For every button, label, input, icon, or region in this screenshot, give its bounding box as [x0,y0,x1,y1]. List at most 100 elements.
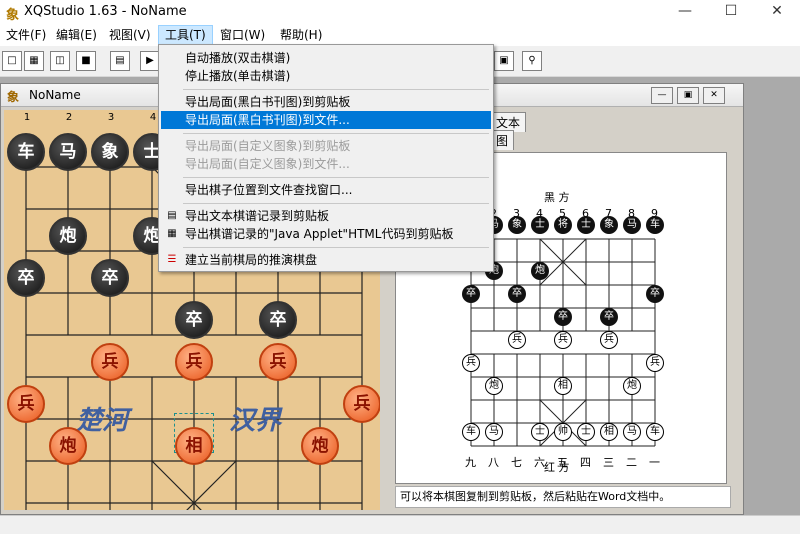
menu-item-export-custom-file: 导出局面(自定义图象)到文件... [185,157,350,171]
child-minimize-button[interactable]: — [651,87,673,104]
diagram-top-label: 黑 方 [544,191,570,204]
red-piece[interactable]: 兵 [343,385,380,423]
title-bar: 象 XQStudio 1.63 - NoName — ☐ ✕ [0,0,800,24]
diagram-black-piece: 卒 [646,285,664,303]
diagram-black-piece: 马 [623,216,641,234]
diagram-red-piece: 马 [485,423,503,441]
column-number: 1 [23,112,31,123]
maximize-button[interactable]: ☐ [708,0,754,24]
red-piece[interactable]: 炮 [49,427,87,465]
diagram-black-piece: 将 [554,216,572,234]
diagram-bottom-number: 五 [557,456,568,469]
tab-text[interactable]: 文本 [490,112,527,132]
analysis-board-icon: ☰ [167,254,177,265]
diagram-black-piece: 士 [531,216,549,234]
close-button[interactable]: ✕ [754,0,800,24]
menu-separator [183,247,489,248]
diagram-red-piece: 兵 [554,331,572,349]
menu-help[interactable]: 帮助(H) [274,26,328,44]
diagram-red-piece: 士 [531,423,549,441]
menu-item-export-positions[interactable]: 导出棋子位置到文件查找窗口... [161,181,491,199]
black-piece[interactable]: 炮 [49,217,87,255]
diagram-black-piece: 炮 [531,262,549,280]
window-title: XQStudio 1.63 - NoName [24,4,187,19]
copy-image-icon[interactable]: ▣ [494,51,514,71]
diagram-bottom-number: 四 [580,456,591,469]
diagram-red-piece: 兵 [508,331,526,349]
new-file-icon[interactable]: □ [2,51,22,71]
applet-icon: ▦ [167,228,177,239]
app-icon: 象 [6,8,20,23]
diagram-black-piece: 象 [600,216,618,234]
menu-separator [183,133,489,134]
menu-view[interactable]: 视图(V) [103,26,157,44]
document-icon: 象 [7,90,20,104]
black-piece[interactable]: 车 [7,133,45,171]
diagram-black-piece: 象 [508,216,526,234]
menu-bar: 文件(F) 编辑(E) 视图(V) 工具(T) 窗口(W) 帮助(H) [0,24,800,46]
diagram-red-piece: 兵 [600,331,618,349]
menu-window[interactable]: 窗口(W) [214,26,271,44]
menu-item-export-text-record[interactable]: ▤ 导出文本棋谱记录到剪贴板 [161,207,491,225]
column-number: 3 [107,112,115,123]
diagram-black-piece: 车 [646,216,664,234]
menu-separator [183,177,489,178]
menu-edit[interactable]: 编辑(E) [50,26,103,44]
menu-item-autoplay[interactable]: 自动播放(双击棋谱) [161,49,491,67]
black-piece[interactable]: 卒 [175,301,213,339]
status-bar [0,515,800,534]
board-icon[interactable]: ▤ [110,51,130,71]
diagram-hint: 可以将本棋图复制到剪贴板，然后粘贴在Word文档中。 [395,486,731,508]
diagram-red-piece: 相 [600,423,618,441]
menu-file[interactable]: 文件(F) [0,26,52,44]
diagram-bottom-number: 九 [465,456,476,469]
child-close-button[interactable]: ✕ [703,87,725,104]
menu-item-export-java-applet[interactable]: ▦ 导出棋谱记录的"Java Applet"HTML代码到剪贴板 [161,225,491,243]
new-template-icon[interactable]: ▦ [24,51,44,71]
black-piece[interactable]: 马 [49,133,87,171]
black-piece[interactable]: 卒 [7,259,45,297]
diagram-red-piece: 兵 [462,354,480,372]
menu-item-export-custom-clipboard: 导出局面(自定义图象)到剪贴板 [185,139,351,153]
menu-separator [183,203,489,204]
column-number: 2 [65,112,73,123]
black-piece[interactable]: 卒 [91,259,129,297]
diagram-red-piece: 车 [462,423,480,441]
document-title: NoName [29,88,81,102]
diagram-black-piece: 卒 [554,308,572,326]
red-piece[interactable]: 兵 [7,385,45,423]
red-piece[interactable]: 兵 [259,343,297,381]
menu-item-export-bw-clipboard[interactable]: 导出局面(黑白书刊图)到剪贴板 [161,93,491,111]
diagram-bottom-number: 八 [488,456,499,469]
child-restore-button[interactable]: ▣ [677,87,699,104]
diagram-red-piece: 相 [554,377,572,395]
red-piece[interactable]: 兵 [175,343,213,381]
diagram-black-piece: 卒 [462,285,480,303]
diagram-bottom-number: 二 [626,456,637,469]
diagram-bottom-number: 一 [649,456,660,469]
menu-tools[interactable]: 工具(T) [158,25,213,45]
river-right-text: 汉界 [229,406,282,436]
diagram-red-piece: 士 [577,423,595,441]
diagram-bottom-number: 七 [511,456,522,469]
black-piece[interactable]: 卒 [259,301,297,339]
diagram-red-piece: 兵 [646,354,664,372]
menu-item-analysis-board[interactable]: ☰ 建立当前棋局的推演棋盘 [161,251,491,269]
red-piece[interactable]: 炮 [301,427,339,465]
diagram-red-piece: 帅 [554,423,572,441]
river-left-text: 楚河 [76,406,129,436]
diagram-red-piece: 炮 [623,377,641,395]
minimize-button[interactable]: — [662,0,708,24]
find-icon[interactable]: ⚲ [522,51,542,71]
open-folder-icon[interactable]: ◫ [50,51,70,71]
diagram-black-piece: 卒 [600,308,618,326]
black-piece[interactable]: 象 [91,133,129,171]
diagram-bottom-number: 六 [534,456,545,469]
move-icon[interactable]: ▶ [140,51,160,71]
menu-item-stop-play[interactable]: 停止播放(单击棋谱) [161,67,491,85]
menu-item-export-bw-file[interactable]: 导出局面(黑白书刊图)到文件... [161,111,491,129]
red-piece[interactable]: 兵 [91,343,129,381]
diagram-red-piece: 车 [646,423,664,441]
save-icon[interactable]: ■ [76,51,96,71]
red-piece[interactable]: 相 [175,427,213,465]
